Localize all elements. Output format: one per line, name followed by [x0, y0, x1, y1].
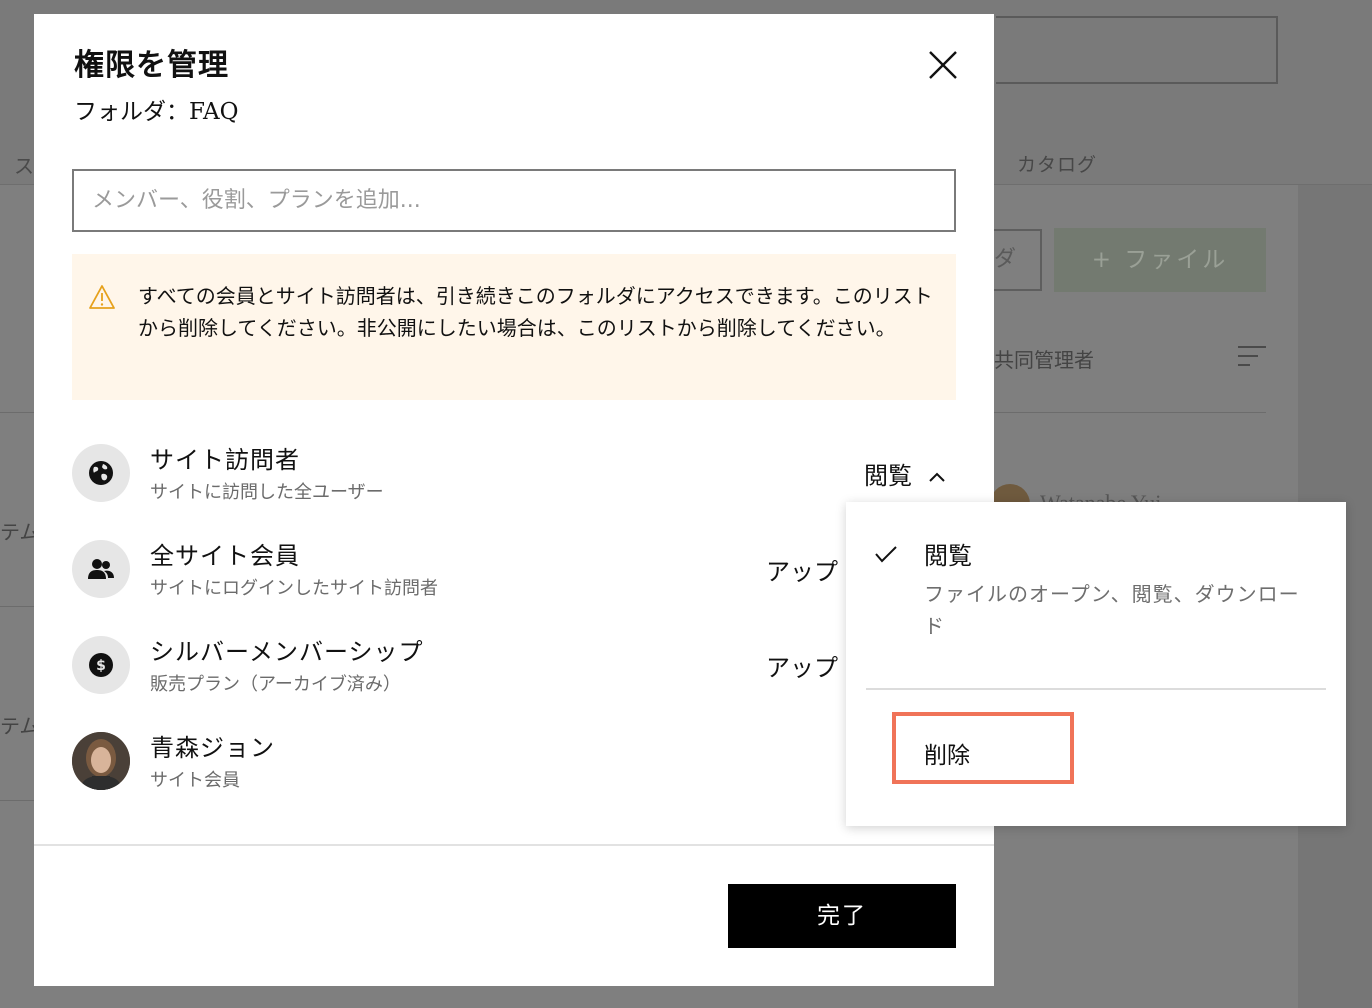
manage-permissions-dialog: 権限を管理 フォルダ：FAQ すべての会員とサイト訪問者は、引き続きこのフォルダ…: [34, 14, 994, 986]
people-icon: [72, 540, 130, 598]
delete-option[interactable]: 削除: [892, 712, 1074, 784]
row-name: シルバーメンバーシップ: [150, 638, 424, 666]
bg-tab-catalog: カタログ: [1017, 154, 1098, 176]
svg-text:$: $: [96, 658, 106, 674]
bg-folder-button: ダ: [994, 229, 1042, 291]
dialog-subtitle: フォルダ：FAQ: [74, 99, 239, 125]
row-name: サイト訪問者: [150, 446, 300, 474]
permission-row: 青森ジョン サイト会員: [72, 720, 956, 800]
access-notice: すべての会員とサイト訪問者は、引き続きこのフォルダにアクセスできます。このリスト…: [72, 254, 956, 400]
permission-select[interactable]: 閲覧: [864, 456, 946, 491]
bg-divider: [0, 606, 34, 607]
option-description: ファイルのオープン、閲覧、ダウンロード: [924, 582, 1300, 638]
dialog-title: 権限を管理: [74, 48, 229, 83]
chevron-up-icon: [928, 472, 945, 482]
avatar: [72, 732, 130, 790]
permission-label: 閲覧: [864, 462, 912, 490]
footer-divider: [34, 844, 994, 846]
add-member-input[interactable]: [72, 169, 956, 232]
dropdown-divider: [866, 688, 1326, 690]
bg-add-file-button: + ファイル: [1054, 228, 1266, 292]
permission-row: 全サイト会員 サイトにログインしたサイト訪問者 アップ: [72, 528, 956, 608]
bg-divider: [0, 412, 34, 413]
permission-row: $ シルバーメンバーシップ 販売プラン（アーカイブ済み） アップ: [72, 624, 956, 704]
option-label: 閲覧: [924, 542, 972, 570]
bg-divider: [994, 412, 1266, 413]
dollar-icon: $: [72, 636, 130, 694]
permission-label: アップ: [766, 558, 838, 586]
bg-owner-label: 共同管理者: [994, 348, 1094, 372]
row-name: 全サイト会員: [150, 542, 300, 570]
done-button[interactable]: 完了: [728, 884, 956, 948]
row-description: サイト会員: [150, 770, 240, 791]
close-icon: [929, 51, 957, 79]
warning-icon: [89, 285, 115, 309]
bg-divider: [0, 800, 34, 801]
close-button[interactable]: [926, 48, 960, 82]
permission-select[interactable]: アップ: [766, 648, 838, 683]
row-name: 青森ジョン: [150, 734, 275, 762]
permission-label: アップ: [766, 654, 838, 682]
row-description: サイトに訪問した全ユーザー: [150, 482, 384, 503]
bg-search-box: [996, 16, 1278, 84]
permission-dropdown: 閲覧 ファイルのオープン、閲覧、ダウンロード 削除: [846, 502, 1346, 826]
permission-select[interactable]: アップ: [766, 552, 838, 587]
row-description: サイトにログインしたサイト訪問者: [150, 578, 438, 599]
delete-label: 削除: [924, 743, 970, 769]
check-icon: [875, 546, 897, 563]
row-description: 販売プラン（アーカイブ済み）: [150, 674, 401, 695]
bg-tab: ス: [14, 154, 34, 178]
permission-row: サイト訪問者 サイトに訪問した全ユーザー 閲覧: [72, 432, 956, 512]
notice-text: すべての会員とサイト訪問者は、引き続きこのフォルダにアクセスできます。このリスト…: [138, 284, 933, 340]
sort-icon: [1238, 346, 1266, 370]
globe-icon: [72, 444, 130, 502]
